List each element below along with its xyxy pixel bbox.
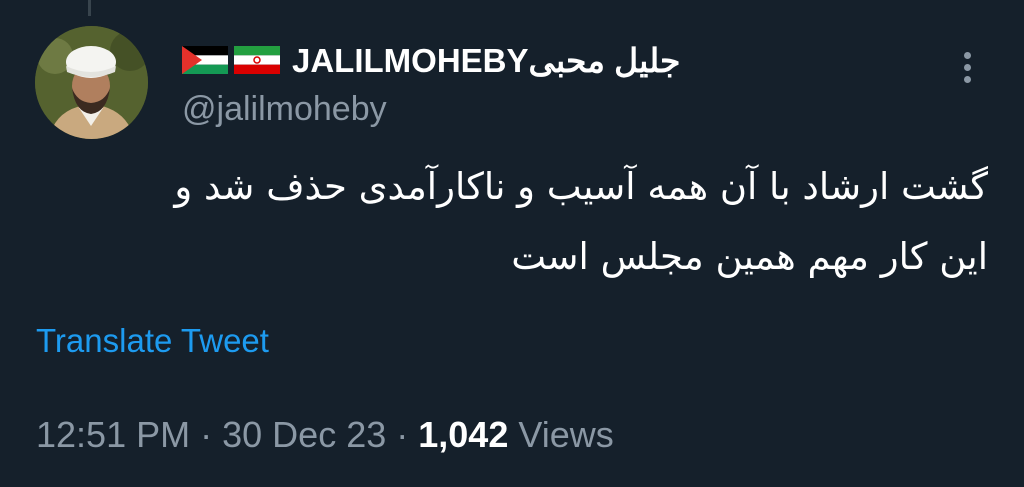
more-vertical-icon-dot	[963, 76, 971, 83]
more-vertical-icon-dot	[963, 64, 971, 71]
author-display-name[interactable]: JALILMOHEBYجلیل محبی	[292, 41, 680, 80]
tweet-text-line: این کار مهم همین مجلس است	[511, 235, 988, 278]
more-options-button[interactable]	[957, 52, 977, 92]
views-label: Views	[518, 414, 614, 455]
views-count[interactable]: 1,042	[418, 414, 508, 455]
tweet-time[interactable]: 12:51 PM	[36, 414, 190, 455]
tweet-metadata: 12:51 PM · 30 Dec 23 · 1,042 Views	[36, 414, 614, 456]
iran-flag-icon	[234, 46, 280, 74]
tweet-card: JALILMOHEBYجلیل محبی @jalilmoheby گشت ار…	[0, 0, 1024, 487]
meta-separator: ·	[200, 414, 213, 455]
palestine-flag-icon	[182, 46, 228, 74]
author-handle[interactable]: @jalilmoheby	[182, 90, 387, 129]
tweet-date[interactable]: 30 Dec 23	[222, 414, 386, 455]
translate-tweet-link[interactable]: Translate Tweet	[36, 322, 269, 360]
thread-connector-line	[88, 0, 91, 16]
meta-separator: ·	[396, 414, 409, 455]
author-header: JALILMOHEBYجلیل محبی	[182, 38, 680, 82]
tweet-text: گشت ارشاد با آن همه آسیب و ناکارآمدی حذف…	[28, 152, 988, 292]
avatar-image	[35, 26, 148, 139]
tweet-text-line: گشت ارشاد با آن همه آسیب و ناکارآمدی حذف…	[174, 165, 988, 208]
more-vertical-icon-dot	[963, 52, 971, 59]
avatar[interactable]	[35, 26, 148, 139]
